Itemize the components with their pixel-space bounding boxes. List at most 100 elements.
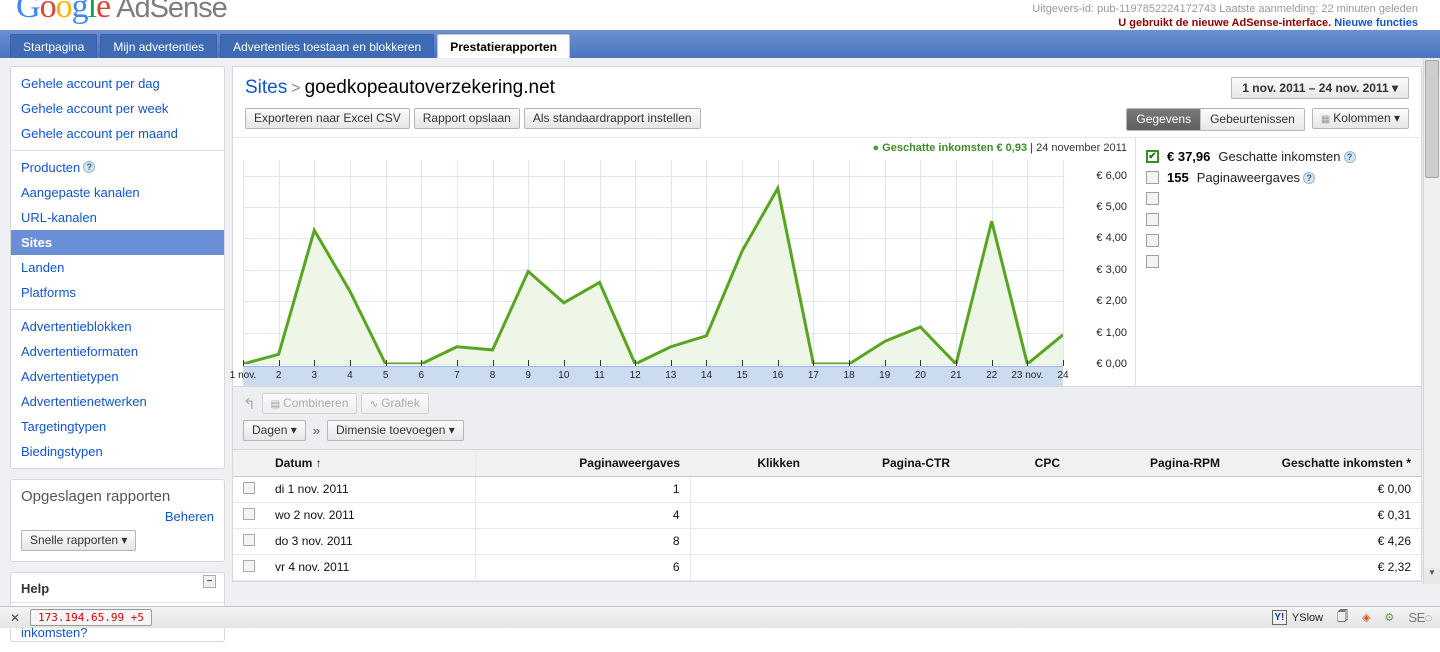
tab-mijn-advertenties[interactable]: Mijn advertenties xyxy=(100,34,218,58)
date-range-picker: 1 nov. 2011 – 24 nov. 2011 ▾ xyxy=(1231,77,1409,99)
sidebar-item-advertentieblokken[interactable]: Advertentieblokken xyxy=(11,314,224,339)
manage-reports-link[interactable]: Beheren xyxy=(165,509,214,524)
tab-advertenties-toestaan-en-blokkeren[interactable]: Advertenties toestaan en blokkeren xyxy=(220,34,435,58)
sidebar-item-gehele-account-per-week[interactable]: Gehele account per week xyxy=(11,96,224,121)
x-tick-mark xyxy=(421,360,423,366)
expand-icon[interactable]: » xyxy=(313,423,320,438)
table-header-geschatte-inkomsten[interactable]: Geschatte inkomsten * xyxy=(1230,450,1421,477)
sidebar-item-aangepaste-kanalen[interactable]: Aangepaste kanalen xyxy=(11,180,224,205)
sidebar-item-gehele-account-per-maand[interactable]: Gehele account per maand xyxy=(11,121,224,146)
table-header-pagina-rpm[interactable]: Pagina-RPM xyxy=(1070,450,1230,477)
granularity-label: Dagen xyxy=(252,423,288,437)
cell-date: di 1 nov. 2011 xyxy=(265,476,476,503)
x-tick-mark xyxy=(385,360,387,366)
tab-startpagina[interactable]: Startpagina xyxy=(10,34,98,58)
ip-address-indicator[interactable]: 173.194.65.99 +5 xyxy=(30,609,153,626)
table-header-label: CPC xyxy=(1034,455,1060,470)
vertical-scrollbar[interactable]: ▲ ▼ xyxy=(1423,58,1440,584)
table-row[interactable]: do 3 nov. 2011 8 € 4,26 xyxy=(233,528,1421,555)
sort-asc-icon: ↑ xyxy=(312,455,322,470)
x-tick-label: 18 xyxy=(843,370,855,381)
legend-checkbox[interactable] xyxy=(1146,213,1159,226)
close-icon[interactable]: ✕ xyxy=(10,611,20,625)
legend-checkbox[interactable] xyxy=(1146,192,1159,205)
table-header-pagina-ctr[interactable]: Pagina-CTR xyxy=(810,450,960,477)
table-row[interactable]: wo 2 nov. 2011 4 € 0,31 xyxy=(233,502,1421,529)
table-header-klikken[interactable]: Klikken xyxy=(690,450,810,477)
x-tick-label: 17 xyxy=(807,370,819,381)
page-copy-icon[interactable]: 🗍 xyxy=(1337,608,1348,627)
sidebar-item-url-kanalen[interactable]: URL-kanalen xyxy=(11,205,224,230)
help-icon[interactable]: ? xyxy=(1303,171,1316,184)
new-features-link[interactable]: Nieuwe functies xyxy=(1334,17,1418,29)
row-checkbox[interactable] xyxy=(243,507,255,520)
y-tick-label: € 5,00 xyxy=(1096,201,1127,214)
table-header-row: Datum ↑ Paginaweergaves Klikken Pagina-CTR C… xyxy=(233,450,1421,477)
x-tick-label: 8 xyxy=(489,370,496,381)
table-row[interactable]: vr 4 nov. 2011 6 € 2,32 xyxy=(233,554,1421,581)
row-checkbox[interactable] xyxy=(243,481,255,494)
graph-button[interactable]: ∿ Grafiek xyxy=(360,393,429,414)
date-range-button[interactable]: 1 nov. 2011 – 24 nov. 2011 ▾ xyxy=(1231,77,1409,99)
columns-button[interactable]: ▦ Kolommen ▾ xyxy=(1311,108,1409,129)
sidebar-group-0: Gehele account per dag Gehele account per… xyxy=(11,67,224,150)
seo-label[interactable]: SE◌ xyxy=(1408,610,1432,625)
table-header-datum[interactable]: Datum ↑ xyxy=(265,450,476,477)
quick-reports-dropdown[interactable]: Snelle rapporten ▾ xyxy=(21,530,137,551)
yslow-indicator[interactable]: Y! YSlow xyxy=(1271,610,1323,625)
granularity-dropdown[interactable]: Dagen ▾ xyxy=(243,420,306,441)
sidebar-item-advertentietypen[interactable]: Advertentietypen xyxy=(11,364,224,389)
chart-area[interactable]: ● Geschatte inkomsten € 0,93 | 24 novemb… xyxy=(230,138,1135,386)
sidebar-item-sites[interactable]: Sites xyxy=(11,230,224,255)
tab-prestatierapporten[interactable]: Prestatierapporten xyxy=(437,34,570,58)
add-dimension-dropdown[interactable]: Dimensie toevoegen ▾ xyxy=(326,420,464,441)
sidebar-item-advertentienetwerken[interactable]: Advertentienetwerken xyxy=(11,389,224,414)
legend-checkbox[interactable] xyxy=(1146,171,1159,184)
combine-button[interactable]: ▤ Combineren xyxy=(261,393,358,414)
x-tick-label: 4 xyxy=(347,370,353,381)
firebug-icon[interactable]: ◈ xyxy=(1362,611,1370,624)
sidebar-item-gehele-account-per-dag[interactable]: Gehele account per dag xyxy=(11,71,224,96)
cell-pageviews: 6 xyxy=(475,554,691,581)
sidebar-item-landen[interactable]: Landen xyxy=(11,255,224,280)
breadcrumb-sites-link[interactable]: Sites xyxy=(245,77,287,98)
sidebar-item-targetingtypen[interactable]: Targetingtypen xyxy=(11,414,224,439)
x-tick-label: 24 xyxy=(1057,370,1069,381)
sidebar-item-platforms[interactable]: Platforms xyxy=(11,280,224,305)
scrollbar-thumb[interactable] xyxy=(1425,60,1439,178)
table-header-paginaweergaves[interactable]: Paginaweergaves xyxy=(475,450,690,477)
collapse-icon[interactable]: − xyxy=(203,575,216,588)
sidebar-item-producten[interactable]: Producten? xyxy=(11,155,224,180)
chevron-down-icon: ▾ xyxy=(290,423,297,437)
save-report-button[interactable]: Rapport opslaan xyxy=(413,108,520,129)
cell-page_rpm xyxy=(1070,476,1230,503)
table-row[interactable]: di 1 nov. 2011 1 € 0,00 xyxy=(233,476,1421,503)
cell-cpc xyxy=(960,528,1070,555)
set-default-report-button[interactable]: Als standaardrapport instellen xyxy=(523,108,701,129)
tab-gebeurtenissen[interactable]: Gebeurtenissen xyxy=(1200,109,1304,130)
sidebar-item-biedingstypen[interactable]: Biedingstypen xyxy=(11,439,224,464)
export-csv-button[interactable]: Exporteren naar Excel CSV xyxy=(245,108,410,129)
x-tick-label: 10 xyxy=(558,370,570,381)
x-tick-mark xyxy=(884,360,886,366)
legend-checkbox[interactable] xyxy=(1146,255,1159,268)
scroll-down-icon[interactable]: ▼ xyxy=(1424,568,1440,584)
view-controls: Gegevens Gebeurtenissen ▦ Kolommen ▾ xyxy=(1126,108,1409,131)
legend-checkbox[interactable]: ✔ xyxy=(1146,150,1159,163)
undo-icon[interactable]: ↰ xyxy=(243,395,256,413)
legend-checkbox[interactable] xyxy=(1146,234,1159,247)
series-dot-icon: ● xyxy=(872,142,880,154)
tab-gegevens[interactable]: Gegevens xyxy=(1127,109,1201,130)
seoquake-gear-icon[interactable]: ⚙ xyxy=(1385,611,1395,624)
row-checkbox[interactable] xyxy=(243,559,255,572)
x-tick-mark xyxy=(314,360,316,366)
table-header-cpc[interactable]: CPC xyxy=(960,450,1070,477)
help-title-label: Help xyxy=(21,581,50,596)
sidebar-item-advertentieformaten[interactable]: Advertentieformaten xyxy=(11,339,224,364)
chart-y-axis: € 0,00 € 1,00 € 2,00 € 3,00 € 4,00 € 5,00 € 6,… xyxy=(1065,160,1127,370)
x-tick-label: 12 xyxy=(629,370,641,381)
help-icon[interactable]: ? xyxy=(1343,150,1356,163)
row-checkbox[interactable] xyxy=(243,533,255,546)
help-icon[interactable]: ? xyxy=(83,161,96,173)
report-table: Datum ↑ Paginaweergaves Klikken Pagina-CTR C… xyxy=(233,450,1421,581)
